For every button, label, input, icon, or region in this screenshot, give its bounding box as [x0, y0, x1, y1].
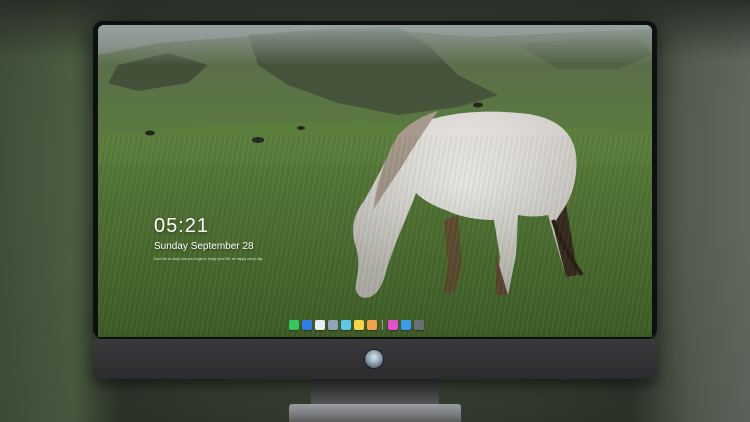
monitor-chin [93, 339, 657, 379]
mountain-fog [98, 25, 652, 65]
lock-screen-date: Sunday September 28 [154, 241, 254, 252]
notes-icon[interactable] [354, 319, 364, 330]
dock [289, 318, 424, 331]
alien-logo-icon [365, 350, 383, 368]
finder-icon[interactable] [302, 319, 312, 330]
app-store-icon[interactable] [401, 319, 411, 330]
lock-screen-note: Don't be so busy that you forget to enjo… [154, 257, 263, 261]
monitor-stand-neck [311, 379, 439, 407]
preview-icon[interactable] [328, 319, 338, 330]
dock-separator [382, 319, 383, 330]
photos-icon[interactable] [367, 319, 377, 330]
itunes-icon[interactable] [388, 319, 398, 330]
claquette-icon[interactable] [341, 319, 351, 330]
messages-icon[interactable] [289, 319, 299, 330]
monitor-stand-base [289, 404, 461, 422]
lock-screen-clock: 05:21 [154, 215, 210, 237]
screen: 05:21 Sunday September 28 Don't be so bu… [98, 25, 652, 337]
screenshot-icon[interactable] [414, 319, 424, 330]
monitor: 05:21 Sunday September 28 Don't be so bu… [93, 21, 657, 339]
safari-icon[interactable] [315, 319, 325, 330]
